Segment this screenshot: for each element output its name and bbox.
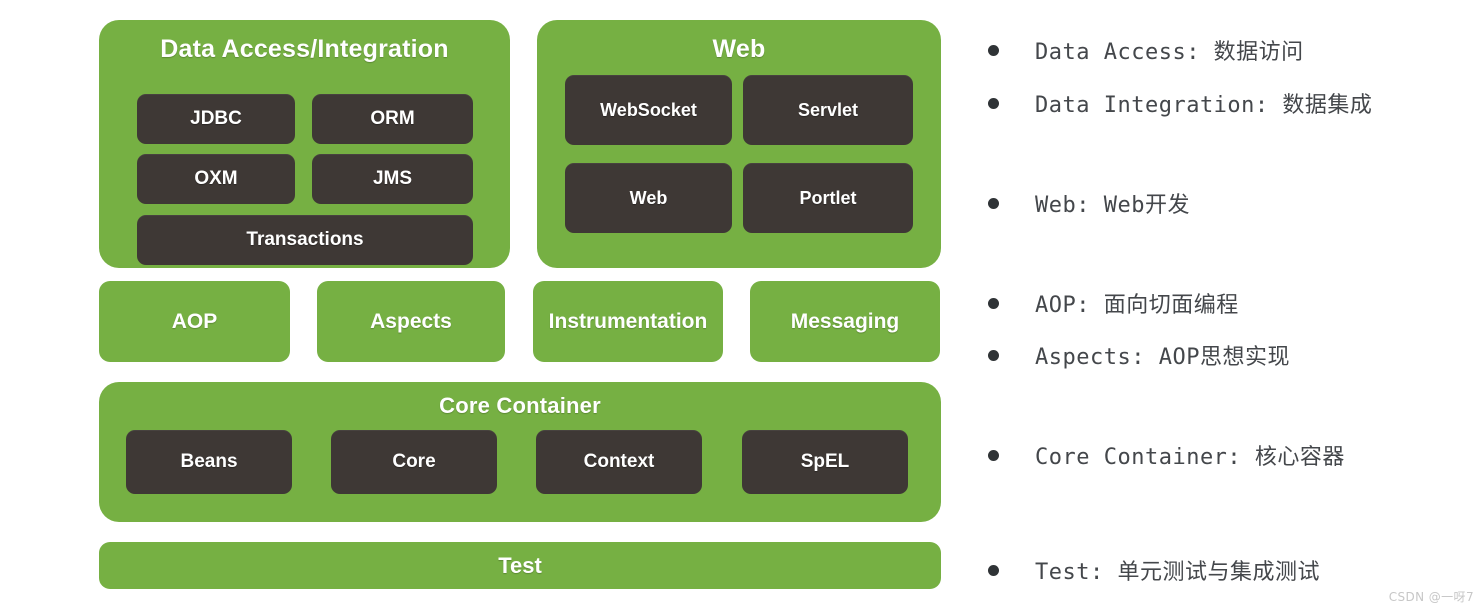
list-item-label: Data Access: 数据访问 (1035, 40, 1304, 65)
list-item-label: Web: Web开发 (1035, 193, 1190, 218)
bullet-dot-icon (988, 97, 999, 109)
chip-servlet: Servlet (743, 75, 913, 145)
list-item: Test: 单元测试与集成测试 (988, 554, 1320, 586)
list-item: AOP: 面向切面编程 (988, 287, 1239, 319)
bullet-dot-icon (988, 297, 999, 309)
box-instrumentation: Instrumentation (533, 281, 723, 362)
chip-websocket: WebSocket (565, 75, 732, 145)
bullet-dot-icon (988, 44, 999, 56)
chip-beans: Beans (126, 430, 292, 494)
chip-jdbc: JDBC (137, 94, 295, 144)
panel-title-core-container: Core Container (439, 393, 601, 418)
list-item: Aspects: AOP思想实现 (988, 339, 1290, 371)
list-item: Data Access: 数据访问 (988, 34, 1304, 66)
panel-title-web: Web (712, 35, 766, 63)
chip-oxm: OXM (137, 154, 295, 204)
bullet-dot-icon (988, 349, 999, 361)
chip-context: Context (536, 430, 702, 494)
list-item-label: AOP: 面向切面编程 (1035, 293, 1239, 318)
chip-core: Core (331, 430, 497, 494)
chip-jms: JMS (312, 154, 473, 204)
chip-web: Web (565, 163, 732, 233)
chip-orm: ORM (312, 94, 473, 144)
list-item-label: Aspects: AOP思想实现 (1035, 345, 1290, 370)
panel-core-container: Core Container Beans Core Context SpEL (99, 382, 941, 522)
list-item: Data Integration: 数据集成 (988, 87, 1372, 119)
list-item-label: Data Integration: 数据集成 (1035, 93, 1373, 118)
box-test: Test (99, 542, 941, 589)
notes-list: Data Access: 数据访问 Data Integration: 数据集成… (988, 0, 1478, 608)
panel-web: Web WebSocket Servlet Web Portlet (537, 20, 941, 268)
box-aop: AOP (99, 281, 290, 362)
panel-data-access-integration: Data Access/Integration JDBC ORM OXM JMS… (99, 20, 510, 268)
chip-transactions: Transactions (137, 215, 473, 265)
chip-spel: SpEL (742, 430, 908, 494)
spring-architecture-diagram: Data Access/Integration JDBC ORM OXM JMS… (0, 0, 960, 608)
panel-title-data-access-integration: Data Access/Integration (160, 35, 449, 63)
bullet-dot-icon (988, 564, 999, 576)
list-item-label: Test: 单元测试与集成测试 (1035, 560, 1320, 585)
bullet-dot-icon (988, 449, 999, 461)
watermark: CSDN @一呀7 (1388, 590, 1474, 604)
chip-portlet: Portlet (743, 163, 913, 233)
box-aspects: Aspects (317, 281, 505, 362)
list-item-label: Core Container: 核心容器 (1035, 445, 1345, 470)
list-item: Core Container: 核心容器 (988, 439, 1345, 471)
bullet-dot-icon (988, 197, 999, 209)
box-messaging: Messaging (750, 281, 940, 362)
list-item: Web: Web开发 (988, 187, 1190, 219)
